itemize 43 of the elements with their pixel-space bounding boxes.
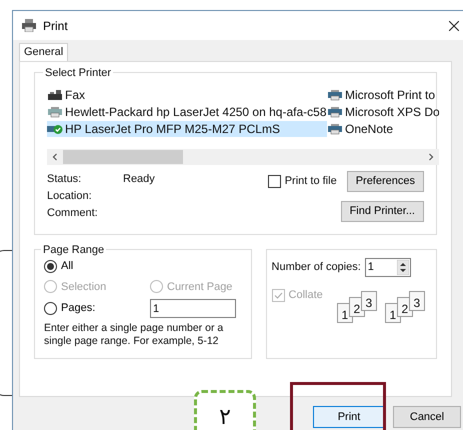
dialog-button[interactable]: Cancel <box>393 406 461 428</box>
checkbox[interactable] <box>268 175 281 188</box>
pages-field[interactable]: 1 <box>150 299 236 318</box>
info-label: Comment: <box>47 206 99 219</box>
printer-item[interactable]: HP LaserJet Pro MFP M25-M27 PCLmS <box>47 121 327 137</box>
dialog-button[interactable]: Print <box>313 406 385 428</box>
group-title: Page Range <box>41 242 106 258</box>
dialog-button[interactable]: Find Printer... <box>340 201 424 222</box>
collate-page: 3 <box>408 291 425 311</box>
dialog-button[interactable]: Preferences <box>346 171 424 192</box>
printer-icon <box>21 19 37 32</box>
printer-icon <box>327 89 343 101</box>
spin-arrows-icon[interactable] <box>396 260 409 275</box>
collate-page: 3 <box>360 291 377 311</box>
info-value: Ready <box>123 172 155 185</box>
copies-spinner[interactable]: 1 <box>364 258 411 277</box>
window-title: Print <box>43 18 69 34</box>
printer-item[interactable]: Hewlett-Packard hp LaserJet 4250 on hq-afa-c58 <box>47 104 327 120</box>
info-label: Location: <box>47 189 93 202</box>
checkbox-label: Print to file <box>284 174 337 190</box>
tab[interactable]: General <box>19 43 68 61</box>
option-label: Current Page <box>167 280 232 294</box>
fax-icon <box>47 89 63 101</box>
hint-text: Enter either a single page number or a single page range. For example, 5-12 <box>44 322 224 348</box>
option-label: All <box>61 259 74 274</box>
horizontal-scrollbar[interactable] <box>47 149 439 165</box>
copies-label: Number of copies: <box>272 260 361 276</box>
option-label: Pages: <box>61 301 96 316</box>
printer-item[interactable]: Microsoft XPS Do <box>327 104 439 120</box>
printer-check-icon <box>47 123 63 135</box>
close-icon[interactable] <box>449 20 459 30</box>
printer-icon <box>47 106 63 118</box>
radio-button[interactable] <box>44 302 57 315</box>
option-label: Selection <box>61 280 106 294</box>
printer-icon <box>327 123 343 135</box>
checkbox-label: Collate <box>288 288 323 303</box>
printer-item[interactable]: Microsoft Print to <box>327 87 439 103</box>
printer-item[interactable]: OneNote <box>327 121 439 137</box>
printer-icon <box>327 106 343 118</box>
radio-button[interactable] <box>44 260 57 273</box>
step-label: ٢ <box>194 390 256 430</box>
info-label: Status: <box>47 172 82 185</box>
printer-item[interactable]: Fax <box>47 87 327 103</box>
